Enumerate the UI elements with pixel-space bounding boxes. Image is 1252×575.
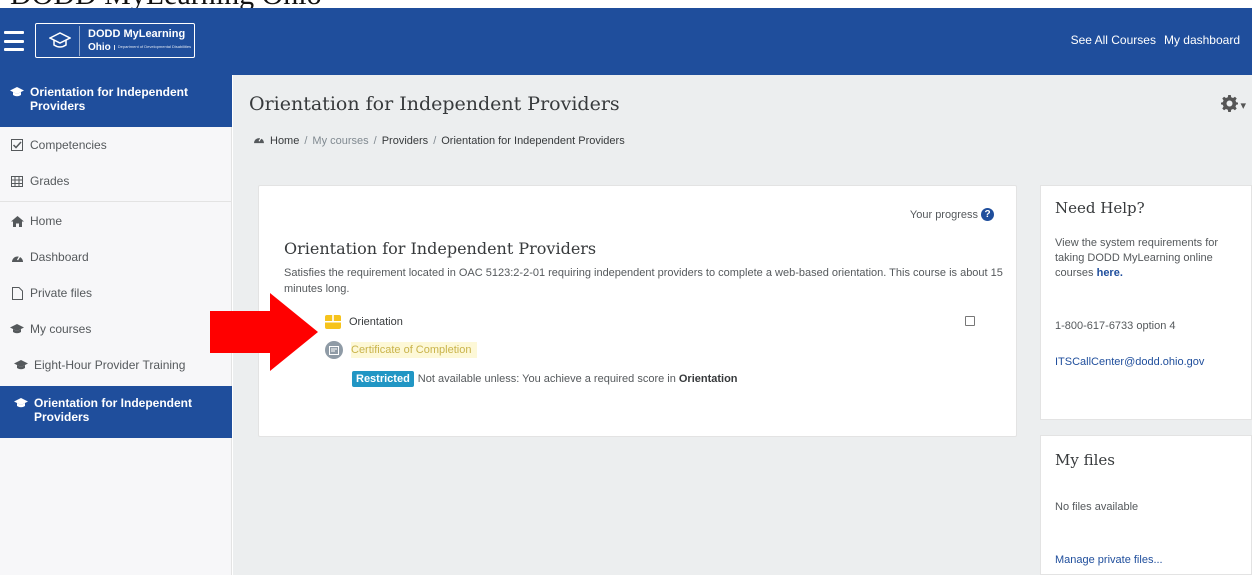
graduation-cap-icon	[40, 25, 80, 56]
sidebar-item-dashboard[interactable]: Dashboard	[0, 239, 232, 275]
breadcrumb-providers[interactable]: Providers	[382, 135, 428, 147]
help-question-icon[interactable]: ?	[981, 208, 994, 221]
sidebar-item-current-course[interactable]: Orientation for Independent Providers	[0, 386, 232, 438]
no-files-text: No files available	[1055, 501, 1139, 513]
restriction-notice: Restricted Not available unless: You ach…	[352, 371, 738, 387]
top-navbar: DODD MyLearning Ohio Department of Develo…	[0, 8, 1252, 75]
gear-icon	[1221, 95, 1239, 115]
hamburger-menu-icon[interactable]	[4, 31, 24, 51]
sidebar-item-home[interactable]: Home	[0, 203, 232, 239]
breadcrumb-home[interactable]: Home	[270, 135, 299, 147]
file-icon	[10, 286, 24, 300]
need-help-block: Need Help? View the system requirements …	[1040, 185, 1252, 420]
see-all-courses-link[interactable]: See All Courses	[1071, 33, 1156, 47]
activity-orientation[interactable]: Orientation	[325, 315, 403, 329]
settings-menu[interactable]: ▾	[1221, 95, 1246, 115]
course-description: Satisfies the requirement located in OAC…	[284, 267, 1003, 295]
graduation-cap-icon	[14, 358, 28, 372]
graduation-cap-icon	[10, 85, 24, 99]
my-files-title: My files	[1055, 451, 1115, 469]
main-content: Orientation for Independent Providers ▾ …	[233, 75, 1252, 575]
logo-title: DODD MyLearning	[88, 27, 186, 40]
need-help-title: Need Help?	[1055, 199, 1145, 217]
certificate-icon	[325, 341, 343, 359]
graduation-cap-icon	[14, 396, 28, 410]
help-phone: 1-800-617-6733 option 4	[1055, 320, 1176, 332]
progress-indicator: Your progress ?	[910, 208, 994, 221]
sidebar-item-competencies[interactable]: Competencies	[0, 127, 232, 163]
graduation-cap-icon	[10, 322, 24, 336]
page-title: Orientation for Independent Providers	[249, 93, 620, 115]
sidebar-item-course[interactable]: Orientation for Independent Providers	[0, 75, 232, 127]
dashboard-icon	[253, 134, 265, 147]
top-caption: DODD MyLearning Ohio	[0, 0, 1252, 8]
sidebar: Orientation for Independent Providers Co…	[0, 75, 232, 575]
help-here-link[interactable]: here.	[1097, 267, 1123, 279]
completion-checkbox[interactable]	[965, 316, 975, 326]
activity-certificate[interactable]: Certificate of Completion	[325, 341, 478, 359]
sidebar-item-private-files[interactable]: Private files	[0, 275, 232, 311]
sidebar-item-my-courses[interactable]: My courses	[0, 311, 232, 347]
my-dashboard-link[interactable]: My dashboard	[1164, 33, 1240, 47]
breadcrumb-my-courses[interactable]: My courses	[312, 135, 368, 147]
chevron-down-icon: ▾	[1240, 99, 1246, 112]
breadcrumb: Home / My courses / Providers / Orientat…	[253, 134, 625, 147]
course-title: Orientation for Independent Providers	[284, 239, 597, 258]
home-icon	[10, 214, 24, 228]
sidebar-item-eight-hour-training[interactable]: Eight-Hour Provider Training	[0, 347, 232, 383]
red-arrow-annotation	[210, 293, 318, 371]
breadcrumb-current[interactable]: Orientation for Independent Providers	[441, 135, 624, 147]
logo-dept: Department of Developmental Disabilities	[113, 44, 191, 50]
checkbox-icon	[10, 138, 24, 152]
logo-state: Ohio	[88, 41, 111, 53]
manage-files-link[interactable]: Manage private files...	[1055, 554, 1163, 566]
help-text: View the system requirements for taking …	[1055, 237, 1219, 279]
my-files-block: My files No files available Manage priva…	[1040, 435, 1252, 575]
site-logo[interactable]: DODD MyLearning Ohio Department of Develo…	[35, 23, 195, 58]
course-card: Your progress ? Orientation for Independ…	[258, 185, 1017, 437]
sidebar-item-grades[interactable]: Grades	[0, 163, 232, 199]
help-email-link[interactable]: ITSCallCenter@dodd.ohio.gov	[1055, 356, 1204, 368]
table-icon	[10, 174, 24, 188]
restricted-badge: Restricted	[352, 371, 414, 387]
package-icon	[325, 315, 341, 329]
dashboard-icon	[10, 250, 24, 264]
